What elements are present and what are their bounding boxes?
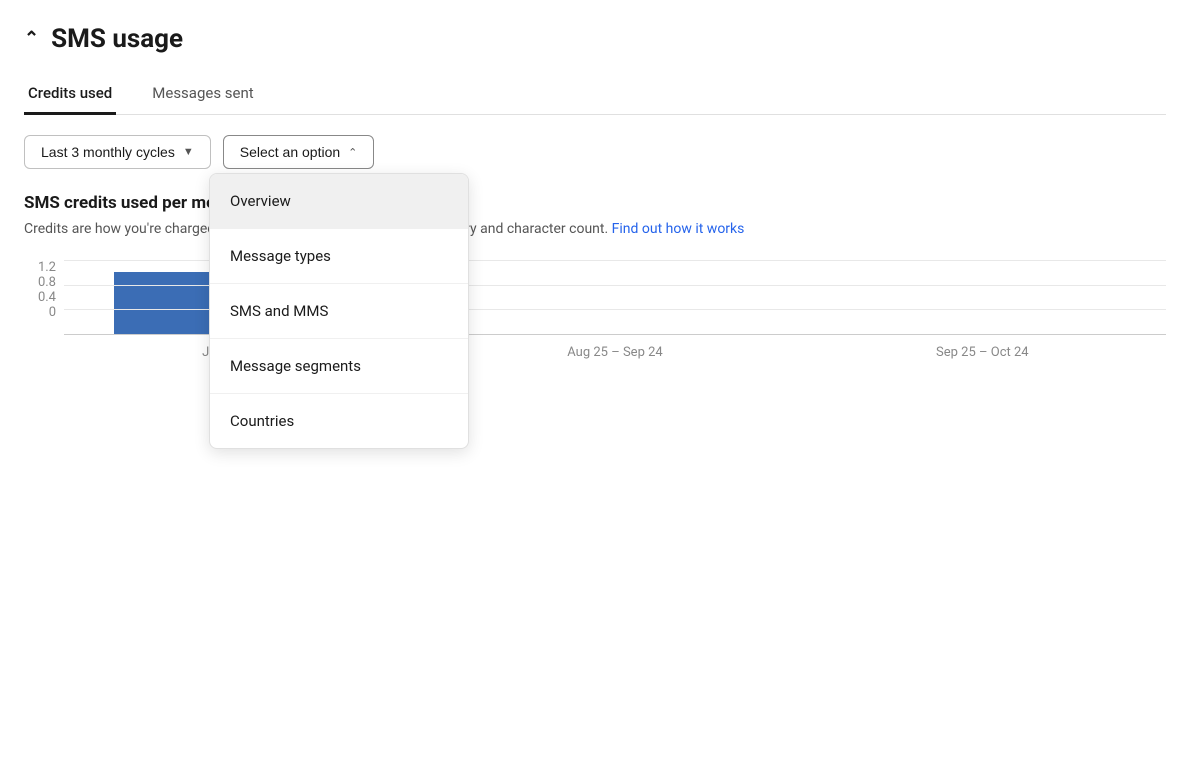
- period-dropdown-label: Last 3 monthly cycles: [41, 144, 175, 160]
- y-label-0: 0: [49, 305, 56, 320]
- header: ⌃ SMS usage: [24, 24, 1166, 54]
- y-label-0.4: 0.4: [38, 290, 56, 305]
- x-label-2: Aug 25 – Sep 24: [431, 345, 798, 360]
- controls-row: Last 3 monthly cycles ▼ Select an option…: [24, 135, 1166, 169]
- tab-credits-used[interactable]: Credits used: [24, 74, 116, 115]
- option-dropdown-menu: Overview Message types SMS and MMS Messa…: [209, 173, 469, 449]
- dropdown-item-sms-mms[interactable]: SMS and MMS: [210, 284, 468, 339]
- chart-wrapper: 1.2 0.8 0.4 0: [24, 260, 1166, 360]
- tabs: Credits used Messages sent: [24, 74, 1166, 115]
- chart-title: SMS credits used per month: [24, 193, 1166, 213]
- option-chevron-up-icon: ⌃: [348, 146, 357, 159]
- page-container: ⌃ SMS usage Credits used Messages sent L…: [0, 0, 1190, 360]
- y-label-0.8: 0.8: [38, 275, 56, 290]
- option-dropdown-label: Select an option: [240, 144, 340, 160]
- y-label-1.2: 1.2: [38, 260, 56, 275]
- find-out-link[interactable]: Find out how it works: [612, 221, 745, 237]
- chart-section: SMS credits used per month Credits are h…: [24, 193, 1166, 360]
- dropdown-item-message-types[interactable]: Message types: [210, 229, 468, 284]
- y-axis: 1.2 0.8 0.4 0: [24, 260, 64, 360]
- dropdown-item-overview[interactable]: Overview: [210, 174, 468, 229]
- period-dropdown-button[interactable]: Last 3 monthly cycles ▼: [24, 135, 211, 169]
- page-title: SMS usage: [51, 24, 183, 54]
- option-dropdown-button[interactable]: Select an option ⌃: [223, 135, 375, 169]
- collapse-icon[interactable]: ⌃: [24, 30, 39, 48]
- dropdown-item-message-segments[interactable]: Message segments: [210, 339, 468, 394]
- x-label-3: Sep 25 – Oct 24: [799, 345, 1166, 360]
- dropdown-item-countries[interactable]: Countries: [210, 394, 468, 448]
- chart-description: Credits are how you're charged for SMS m…: [24, 219, 1166, 240]
- period-chevron-down-icon: ▼: [183, 146, 194, 158]
- tab-messages-sent[interactable]: Messages sent: [148, 74, 257, 115]
